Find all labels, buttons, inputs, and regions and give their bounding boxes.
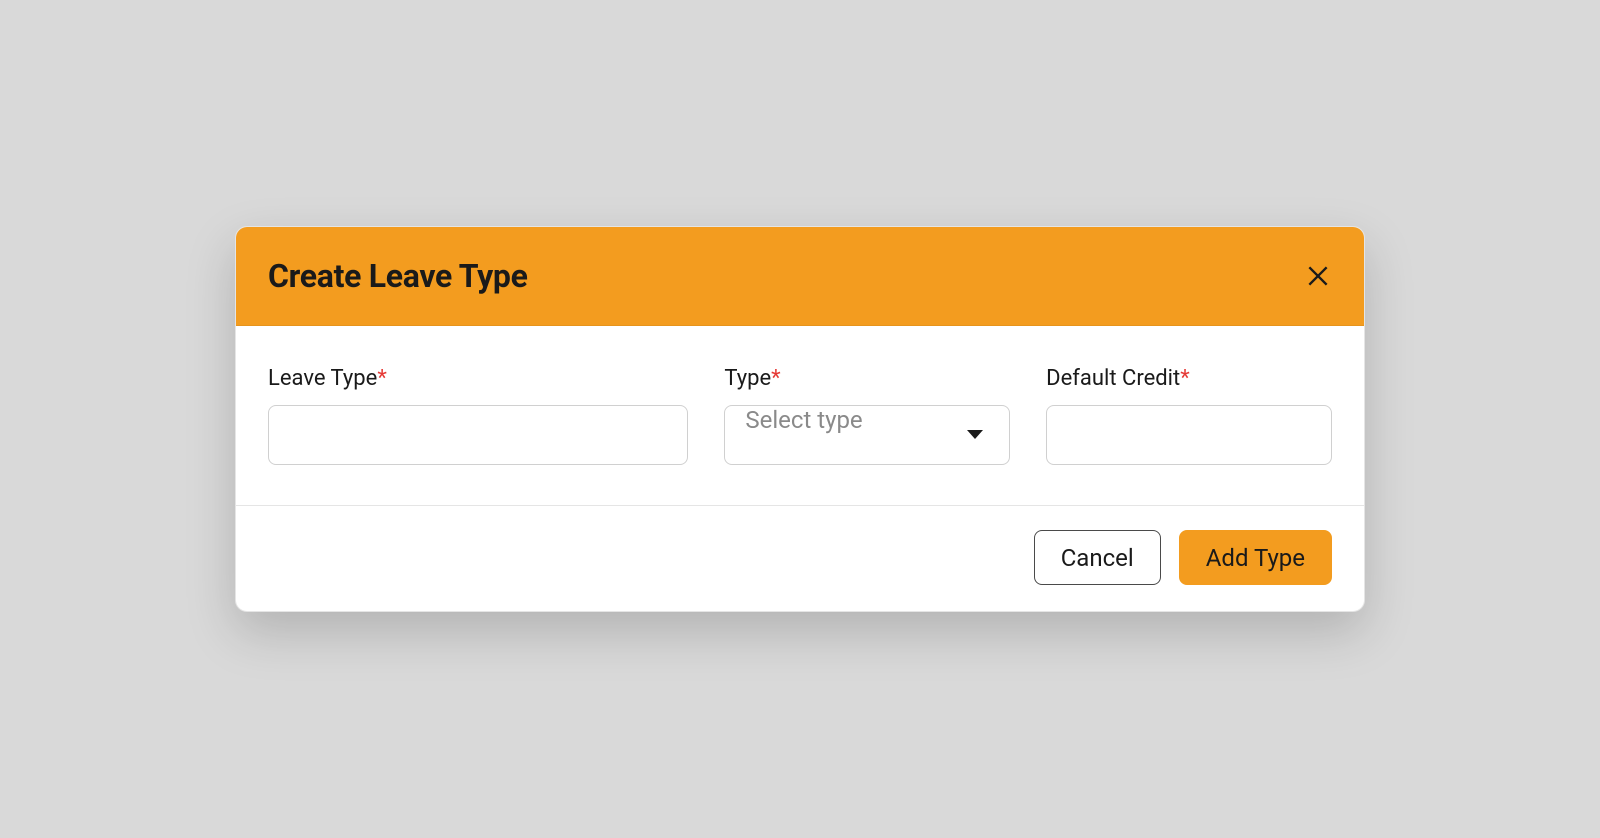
form-group-default-credit: Default Credit* (1046, 366, 1332, 465)
type-select-wrap: Select type (724, 405, 1010, 465)
type-label: Type* (724, 366, 1010, 391)
form-group-leave-type: Leave Type* (268, 366, 688, 465)
leave-type-input[interactable] (268, 405, 688, 465)
required-mark: * (1180, 366, 1189, 391)
default-credit-input[interactable] (1046, 405, 1332, 465)
leave-type-label: Leave Type* (268, 366, 688, 391)
cancel-button[interactable]: Cancel (1034, 530, 1161, 585)
modal-body: Leave Type* Type* Select type Default Cr… (236, 326, 1364, 506)
required-mark: * (377, 366, 386, 391)
close-icon (1305, 263, 1331, 289)
create-leave-type-modal: Create Leave Type Leave Type* Type* Sele… (235, 226, 1365, 612)
type-select[interactable]: Select type (724, 405, 1010, 465)
modal-title: Create Leave Type (268, 257, 528, 295)
modal-footer: Cancel Add Type (236, 506, 1364, 611)
close-button[interactable] (1304, 262, 1332, 290)
modal-header: Create Leave Type (236, 227, 1364, 326)
add-type-button[interactable]: Add Type (1179, 530, 1332, 585)
required-mark: * (771, 366, 780, 391)
default-credit-label: Default Credit* (1046, 366, 1332, 391)
form-group-type: Type* Select type (724, 366, 1010, 465)
